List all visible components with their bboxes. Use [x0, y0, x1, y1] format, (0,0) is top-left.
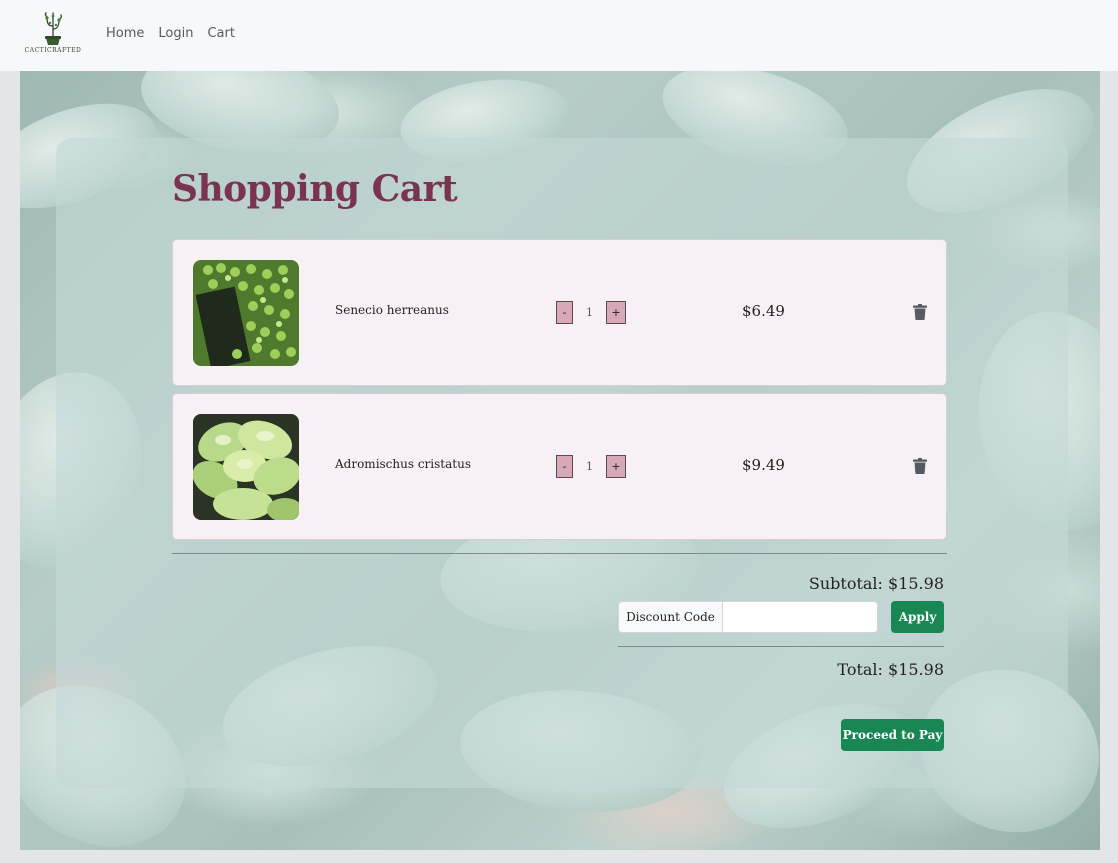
quantity-stepper: - 1 + — [556, 455, 626, 478]
quantity-value: 1 — [586, 306, 593, 319]
cart-item: Adromischus cristatus - 1 + $9.49 — [172, 393, 947, 540]
discount-code-label: Discount Code — [618, 601, 723, 633]
decrement-button[interactable]: - — [556, 301, 573, 324]
nav-link-cart[interactable]: Cart — [207, 26, 235, 41]
total: Total: $15.98 — [837, 660, 944, 679]
cart-item: Senecio herreanus - 1 + $6.49 — [172, 239, 947, 386]
subtotal: Subtotal: $15.98 — [808, 574, 944, 593]
nav-link-login[interactable]: Login — [158, 26, 193, 41]
cactus-logo-icon — [44, 12, 63, 45]
proceed-to-pay-button[interactable]: Proceed to Pay — [841, 719, 944, 751]
product-name: Adromischus cristatus — [335, 457, 471, 471]
quantity-stepper: - 1 + — [556, 301, 626, 324]
product-price: $9.49 — [742, 456, 785, 474]
summary-divider — [618, 646, 944, 647]
decrement-button[interactable]: - — [556, 455, 573, 478]
increment-button[interactable]: + — [606, 301, 626, 324]
brand-logo[interactable]: CACTICRAFTED — [23, 12, 83, 58]
nav-link-home[interactable]: Home — [106, 26, 144, 41]
product-image — [193, 414, 299, 520]
quantity-value: 1 — [586, 460, 593, 473]
nav-links: Home Login Cart — [106, 26, 235, 41]
product-price: $6.49 — [742, 302, 785, 320]
product-name: Senecio herreanus — [335, 303, 449, 317]
trash-icon[interactable] — [913, 458, 927, 474]
apply-button[interactable]: Apply — [891, 601, 944, 633]
page-title: Shopping Cart — [172, 168, 458, 210]
items-divider — [172, 553, 947, 554]
increment-button[interactable]: + — [606, 455, 626, 478]
discount-code-input[interactable] — [722, 601, 878, 633]
brand-text: CACTICRAFTED — [24, 47, 82, 54]
trash-icon[interactable] — [913, 304, 927, 320]
product-image — [193, 260, 299, 366]
navbar: CACTICRAFTED Home Login Cart — [0, 0, 1118, 71]
